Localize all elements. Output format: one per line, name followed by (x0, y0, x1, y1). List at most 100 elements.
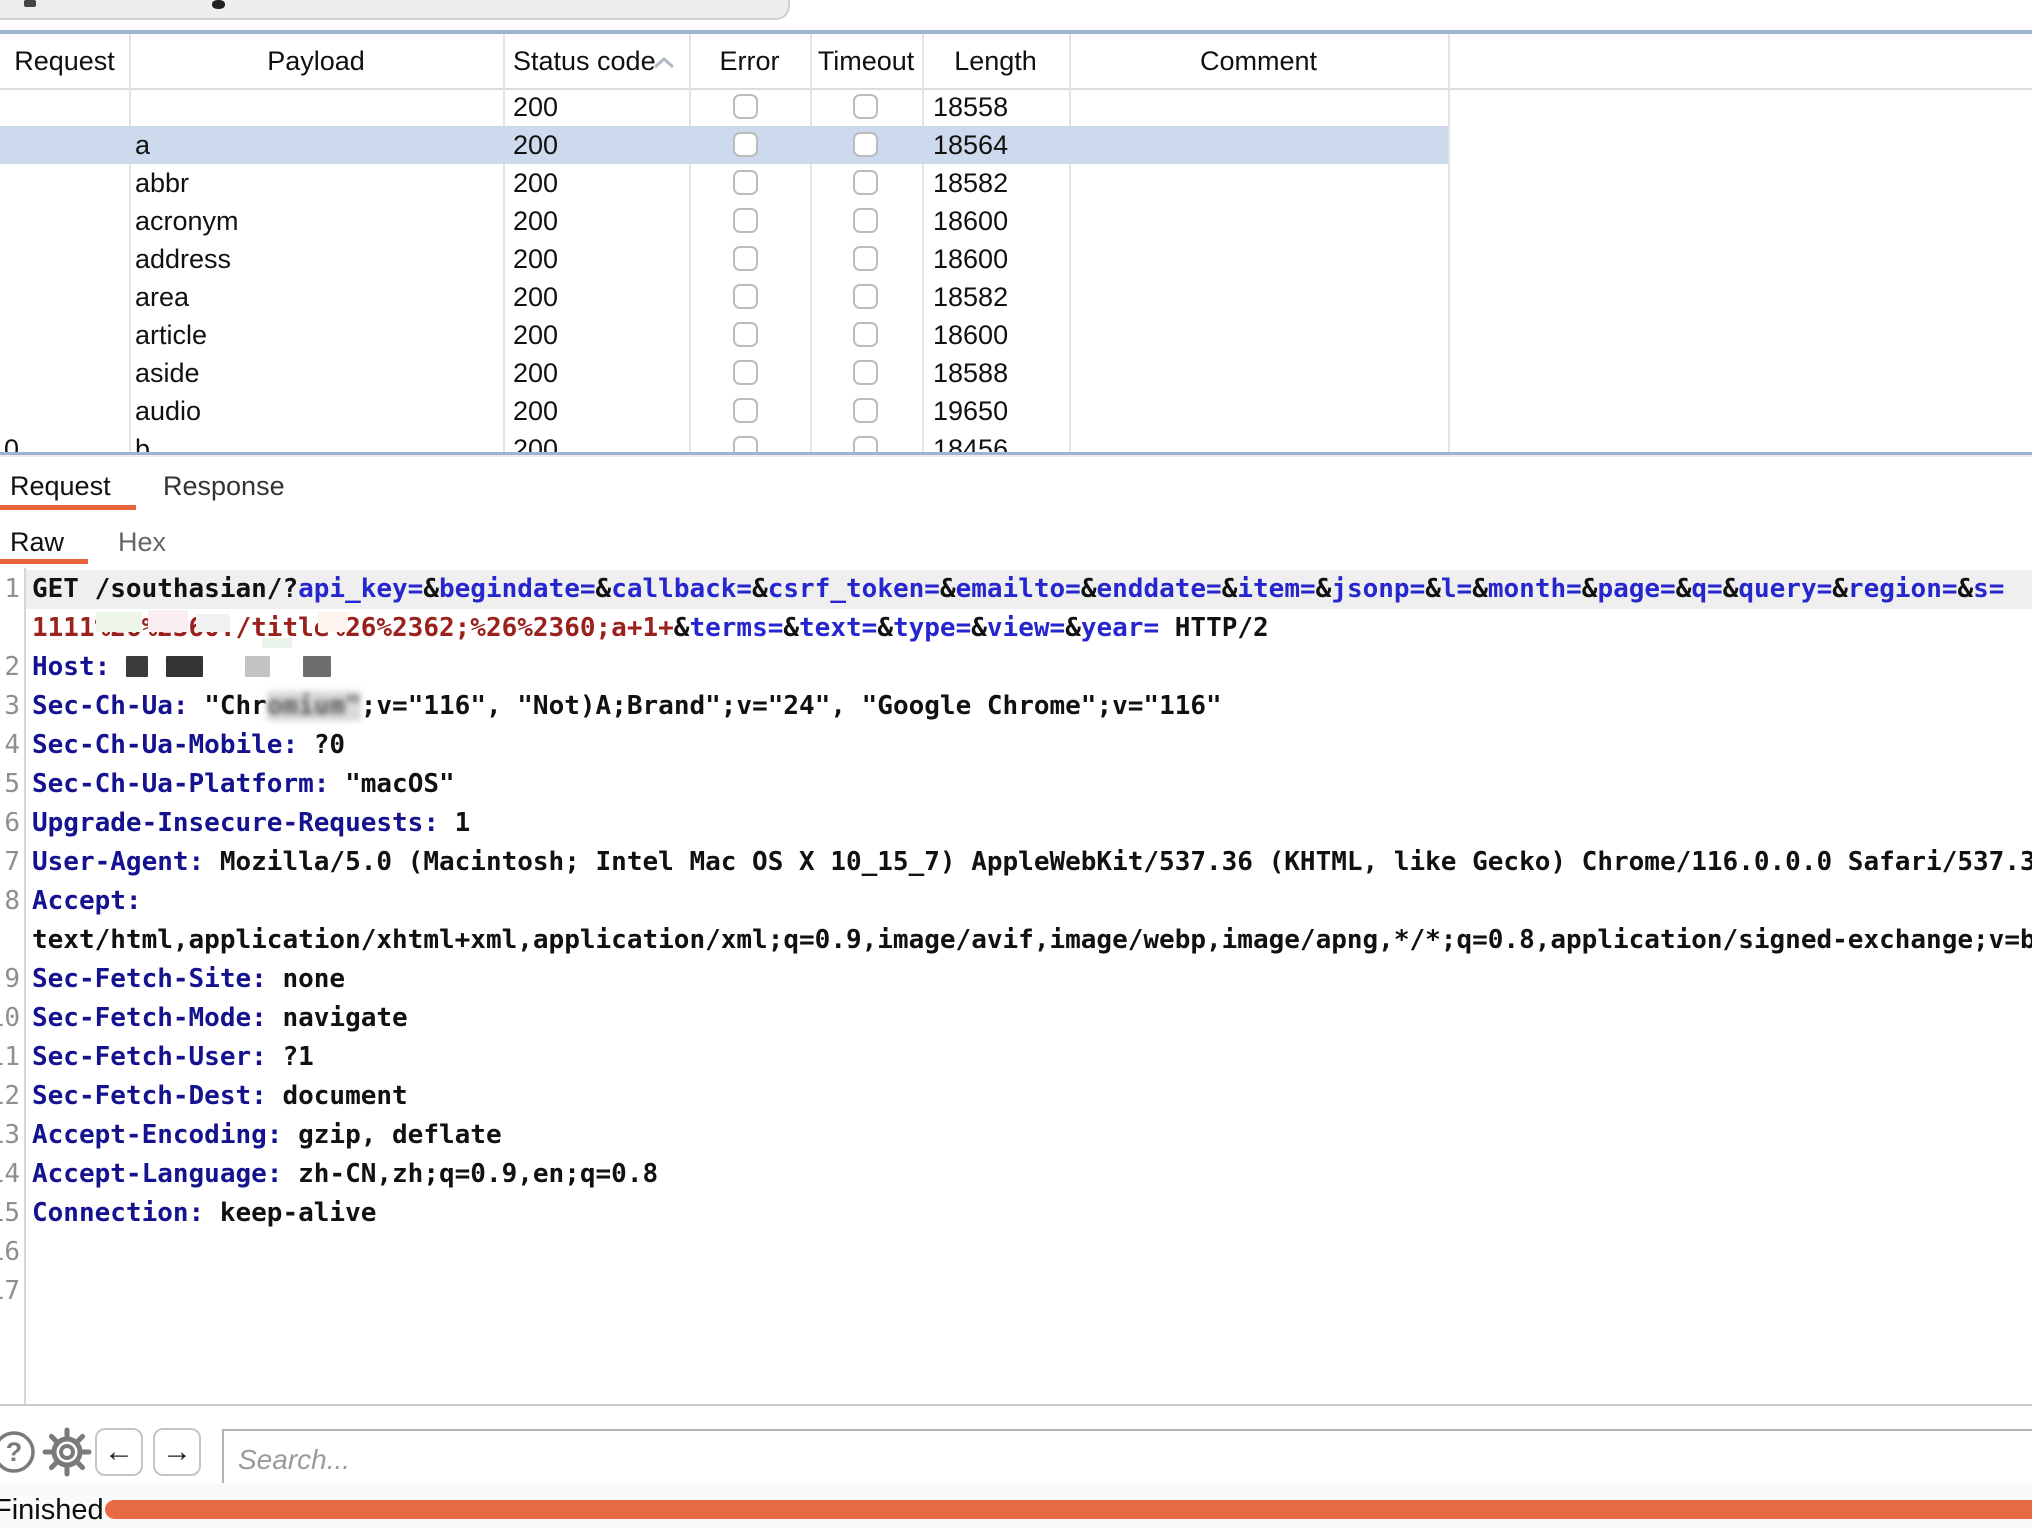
cell-payload: address (129, 240, 509, 278)
table-row[interactable]: 20018558 (0, 88, 1448, 126)
table-row[interactable]: article20018600 (0, 316, 1448, 354)
request-line: 14Accept-Language: zh-CN,zh;q=0.9,en;q=0… (0, 1155, 2032, 1194)
search-input[interactable] (222, 1429, 2032, 1491)
error-checkbox[interactable] (733, 208, 758, 233)
error-checkbox[interactable] (733, 170, 758, 195)
next-match-button[interactable]: → (153, 1428, 201, 1476)
cell-payload: abbr (129, 164, 509, 202)
error-checkbox[interactable] (733, 322, 758, 347)
cropped-text-fragment (24, 0, 36, 7)
request-line: 15Connection: keep-alive (0, 1194, 2032, 1233)
timeout-checkbox[interactable] (853, 284, 878, 309)
line-number: 1 (0, 570, 20, 609)
tab-request[interactable]: Request (10, 471, 111, 502)
cell-length: 18600 (922, 202, 1080, 240)
pane-splitter-shadow (0, 455, 2032, 457)
timeout-checkbox[interactable] (853, 208, 878, 233)
cell-request: 0 (0, 430, 133, 452)
table-row[interactable]: a20018564 (0, 126, 1448, 164)
line-number: 14 (0, 1155, 20, 1194)
line-text: Connection: keep-alive (32, 1194, 376, 1233)
cell-length: 18600 (922, 240, 1080, 278)
cell-comment (1069, 354, 1454, 392)
line-text: Sec-Ch-Ua: "Chromium";v="116", "Not)A;Br… (32, 687, 1222, 726)
cell-status-code: 200 (503, 240, 699, 278)
error-checkbox[interactable] (733, 360, 758, 385)
results-table-body[interactable]: 20018558a20018564abbr20018582acronym2001… (0, 88, 2032, 452)
cell-status-code: 200 (503, 88, 699, 126)
line-text: Sec-Fetch-Mode: navigate (32, 999, 408, 1038)
line-text: GET /southasian/?api_key=&begindate=&cal… (32, 570, 2004, 609)
request-line: 11Sec-Fetch-User: ?1 (0, 1038, 2032, 1077)
line-number: 6 (0, 804, 20, 843)
table-row[interactable]: address200 18600 (0, 240, 1448, 278)
help-icon[interactable]: ? (0, 1428, 38, 1476)
request-line: 16 (0, 1233, 2032, 1272)
table-row[interactable]: acronym20018600 (0, 202, 1448, 240)
redacted-block (126, 656, 148, 677)
line-text: Sec-Ch-Ua-Mobile: ?0 (32, 726, 345, 765)
timeout-checkbox[interactable] (853, 132, 878, 157)
request-line: 4 Sec-Ch-Ua-Mobile: ?0 (0, 726, 2032, 765)
column-header-error[interactable]: Error (689, 34, 810, 88)
cell-request (0, 202, 133, 240)
settings-gear-icon[interactable] (41, 1426, 93, 1478)
error-checkbox[interactable] (733, 132, 758, 157)
table-row[interactable]: abbr20018582 (0, 164, 1448, 202)
table-row[interactable]: aside20018588 (0, 354, 1448, 392)
tab-raw[interactable]: Raw (10, 527, 64, 558)
request-line: 9Sec-Fetch-Site: none (0, 960, 2032, 999)
line-number: 8 (0, 882, 20, 921)
line-text: Host: (32, 648, 331, 687)
line-text: Accept: (32, 882, 142, 921)
cell-status-code: 200 (503, 354, 699, 392)
timeout-checkbox[interactable] (853, 398, 878, 423)
line-number: 4 (0, 726, 20, 765)
request-editor[interactable]: 1 GET /southasian/?api_key=&begindate=&ca… (0, 568, 2032, 1406)
error-checkbox[interactable] (733, 246, 758, 271)
cell-status-code: 200 (503, 392, 699, 430)
results-table-header: Request Payload Status code Error Timeou… (0, 34, 2032, 90)
line-number: 3 (0, 687, 20, 726)
line-number: 16 (0, 1233, 20, 1272)
cell-payload: acronym (129, 202, 509, 240)
request-line: text/html,application/xhtml+xml,applicat… (0, 921, 2032, 960)
error-checkbox[interactable] (733, 436, 758, 452)
error-checkbox[interactable] (733, 94, 758, 119)
line-text: Sec-Fetch-Dest: document (32, 1077, 408, 1116)
column-header-length[interactable]: Length (922, 34, 1069, 88)
attack-status-label: Finished (0, 1494, 104, 1527)
column-header-comment[interactable]: Comment (1069, 34, 1448, 88)
timeout-checkbox[interactable] (853, 436, 878, 452)
tab-hex[interactable]: Hex (118, 527, 166, 558)
timeout-checkbox[interactable] (853, 360, 878, 385)
column-header-payload[interactable]: Payload (129, 34, 503, 88)
timeout-checkbox[interactable] (853, 322, 878, 347)
cell-request (0, 164, 133, 202)
column-header-request[interactable]: Request (0, 34, 129, 88)
table-row[interactable]: 0b20018456 (0, 430, 1448, 452)
timeout-checkbox[interactable] (853, 94, 878, 119)
sort-ascending-icon[interactable] (652, 56, 676, 70)
column-header-timeout[interactable]: Timeout (810, 34, 922, 88)
line-number: 7 (0, 843, 20, 882)
column-header-status-code[interactable]: Status code (513, 34, 656, 88)
previous-match-button[interactable]: ← (95, 1428, 143, 1476)
table-row[interactable]: area20018582 (0, 278, 1448, 316)
line-text: Accept-Encoding: gzip, deflate (32, 1116, 502, 1155)
redacted-gap (148, 656, 166, 677)
timeout-checkbox[interactable] (853, 170, 878, 195)
tab-response[interactable]: Response (163, 471, 285, 502)
cell-comment (1069, 392, 1454, 430)
timeout-checkbox[interactable] (853, 246, 878, 271)
cell-comment (1069, 164, 1454, 202)
cell-length: 18456 (922, 430, 1080, 452)
cell-length: 18588 (922, 354, 1080, 392)
line-number: 9 (0, 960, 20, 999)
active-subtab-underline (0, 559, 88, 564)
redacted-gap (203, 656, 245, 677)
cell-comment (1069, 126, 1454, 164)
error-checkbox[interactable] (733, 284, 758, 309)
table-row[interactable]: audio20019650 (0, 392, 1448, 430)
error-checkbox[interactable] (733, 398, 758, 423)
